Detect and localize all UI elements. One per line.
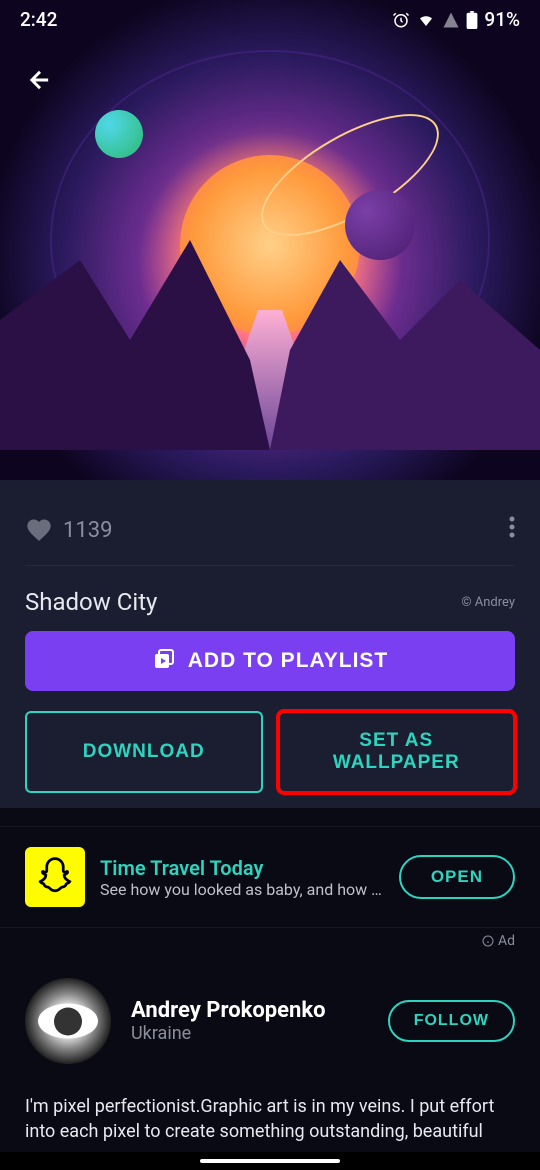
set-as-wallpaper-button[interactable]: SET AS WALLPAPER — [278, 711, 516, 793]
nav-handle — [200, 1159, 340, 1163]
set-wallpaper-label: SET AS WALLPAPER — [333, 730, 460, 773]
wallpaper-title: Shadow City — [25, 588, 157, 616]
author-section: Andrey Prokopenko Ukraine FOLLOW — [0, 928, 540, 1084]
add-to-playlist-button[interactable]: ADD TO PLAYLIST — [25, 631, 515, 691]
ad-section[interactable]: Time Travel Today See how you looked as … — [0, 826, 540, 928]
back-button[interactable] — [20, 60, 60, 100]
follow-button[interactable]: FOLLOW — [388, 1000, 515, 1042]
title-row: Shadow City © Andrey — [25, 566, 515, 631]
dots-vertical-icon — [509, 515, 515, 539]
likes-row: 1139 — [25, 495, 515, 566]
mountains-graphic — [0, 200, 540, 450]
battery-icon — [466, 11, 478, 29]
add-to-playlist-label: ADD TO PLAYLIST — [188, 649, 389, 673]
ad-open-button[interactable]: OPEN — [399, 855, 515, 899]
alarm-icon — [392, 11, 410, 29]
follow-label: FOLLOW — [414, 1012, 489, 1029]
wallpaper-preview[interactable] — [0, 0, 540, 480]
author-bio: I'm pixel perfectionist.Graphic art is i… — [0, 1084, 540, 1154]
author-info: Andrey Prokopenko Ukraine — [131, 998, 368, 1044]
navigation-bar[interactable] — [0, 1152, 540, 1170]
snapchat-icon — [33, 855, 77, 899]
ad-app-icon — [25, 847, 85, 907]
wifi-icon — [416, 11, 436, 29]
ad-label-text: Ad — [498, 933, 515, 949]
heart-icon — [25, 516, 53, 544]
status-bar: 2:42 91% — [0, 0, 540, 39]
secondary-buttons: DOWNLOAD SET AS WALLPAPER — [25, 711, 515, 793]
ad-content: Time Travel Today See how you looked as … — [100, 856, 384, 899]
more-options-button[interactable] — [509, 515, 515, 545]
green-planet-graphic — [95, 110, 143, 158]
info-icon — [482, 935, 494, 947]
copyright-text: © Andrey — [461, 595, 515, 610]
like-count: 1139 — [63, 518, 112, 543]
author-avatar[interactable] — [25, 978, 111, 1064]
likes-button[interactable]: 1139 — [25, 516, 112, 544]
signal-icon — [442, 11, 460, 29]
playlist-icon — [152, 649, 176, 673]
status-icons: 91% — [392, 8, 520, 31]
arrow-left-icon — [26, 66, 54, 94]
content-section: 1139 Shadow City © Andrey ADD TO PLAYLIS… — [0, 480, 540, 808]
ad-subtitle: See how you looked as baby, and how y… — [100, 880, 384, 899]
download-label: DOWNLOAD — [83, 741, 205, 762]
battery-percent: 91% — [484, 8, 520, 31]
ad-title: Time Travel Today — [100, 856, 384, 880]
author-location: Ukraine — [131, 1023, 368, 1044]
ad-open-label: OPEN — [431, 867, 483, 886]
ad-label: Ad — [482, 933, 515, 949]
download-button[interactable]: DOWNLOAD — [25, 711, 263, 793]
eye-graphic — [38, 1004, 98, 1039]
status-time: 2:42 — [20, 8, 57, 31]
author-name: Andrey Prokopenko — [131, 998, 368, 1023]
